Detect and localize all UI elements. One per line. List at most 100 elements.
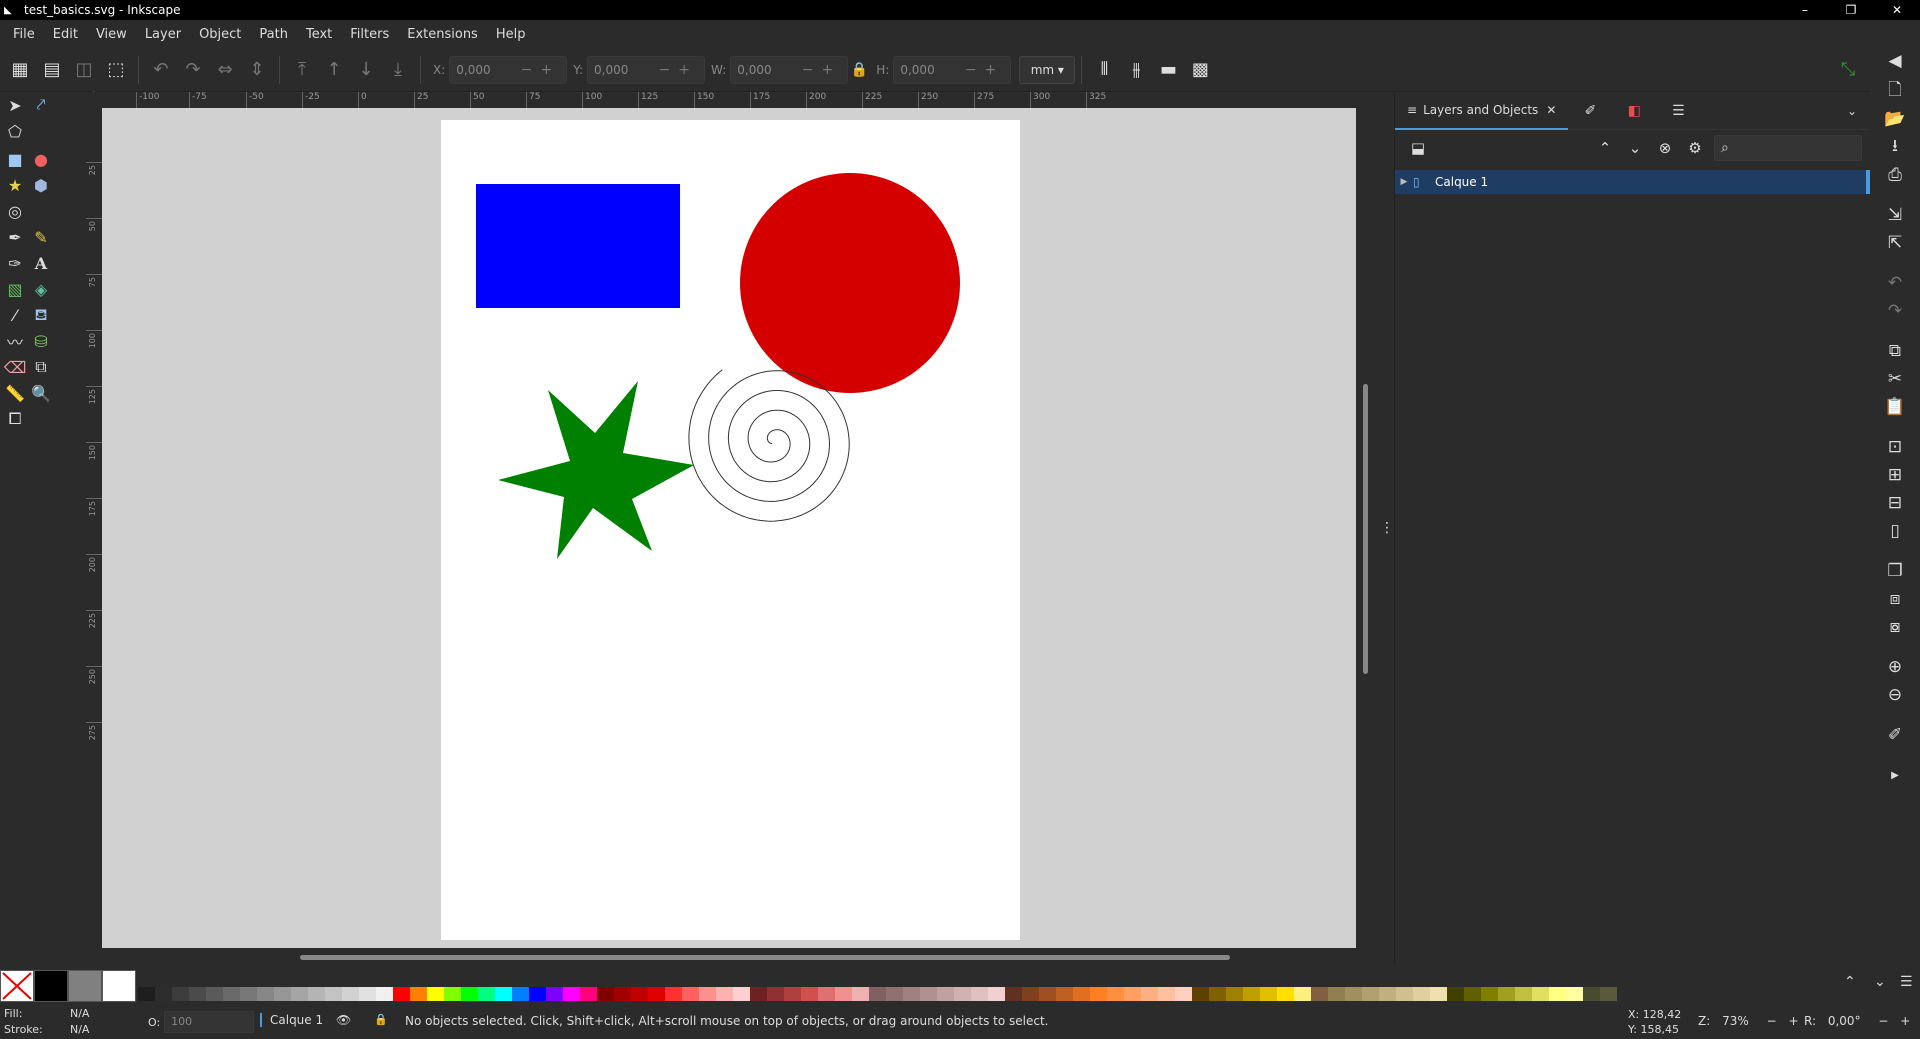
palette-swatch[interactable] (1192, 987, 1209, 1001)
horizontal-scroll-thumb[interactable] (300, 955, 1230, 960)
palette-swatch[interactable] (274, 987, 291, 1001)
palette-swatch[interactable] (988, 987, 1005, 1001)
raise-to-top-icon[interactable]: ⤒ (286, 54, 318, 86)
tab-close-icon[interactable]: ✕ (1546, 103, 1556, 117)
palette-swatch[interactable] (920, 987, 937, 1001)
palette-swatch[interactable] (138, 987, 155, 1001)
palette-swatch[interactable] (954, 987, 971, 1001)
palette-swatch[interactable] (1141, 987, 1158, 1001)
snap-toggle-icon[interactable]: ⤡ (1832, 54, 1864, 86)
spray-tool-icon[interactable]: ⛁ (28, 328, 54, 354)
align-tab-icon[interactable]: ☰ (1656, 103, 1700, 119)
palette-swatch[interactable] (784, 987, 801, 1001)
palette-swatch[interactable] (393, 987, 410, 1001)
current-layer-indicator[interactable]: Calque 1 (260, 1013, 323, 1027)
palette-swatch[interactable] (342, 987, 359, 1001)
tab-layers-and-objects[interactable]: ≡ Layers and Objects ✕ (1395, 92, 1569, 130)
layer-visibility-icon[interactable]: 👁 (336, 1013, 351, 1027)
x-input[interactable]: 0,000 −+ (449, 55, 568, 84)
palette-swatch[interactable] (648, 987, 665, 1001)
minimize-button[interactable]: – (1782, 0, 1828, 20)
palette-swatch[interactable] (1532, 987, 1549, 1001)
palette-swatch[interactable] (1566, 987, 1583, 1001)
x-stepper-icon[interactable]: −+ (521, 62, 560, 78)
calligraphy-tool-icon[interactable]: ✑ (2, 250, 28, 276)
tweak-tool-icon[interactable]: ⬠ (2, 118, 28, 144)
transform-tab-icon[interactable]: ◧ (1612, 103, 1656, 119)
ungroup-icon[interactable]: ⊖ (1882, 682, 1908, 708)
palette-swatch[interactable] (1005, 987, 1022, 1001)
palette-swatch[interactable] (835, 987, 852, 1001)
palette-swatch[interactable] (1481, 987, 1498, 1001)
palette-swatch[interactable] (733, 987, 750, 1001)
palette-swatch[interactable] (461, 987, 478, 1001)
pen-tool-icon[interactable]: ✒ (2, 224, 28, 250)
lower-to-bottom-icon[interactable]: ⤓ (382, 54, 414, 86)
zoom-tool-icon[interactable]: 🔍 (28, 380, 54, 406)
palette-swatch[interactable] (172, 987, 189, 1001)
fill-indicator[interactable]: Fill: N/A (4, 1007, 89, 1020)
zoom-out-icon[interactable]: − (1767, 1014, 1777, 1028)
rotate-cw-icon[interactable]: + (1900, 1014, 1910, 1028)
menu-edit[interactable]: Edit (44, 27, 87, 42)
drag-handle-icon[interactable]: ⋮ (1380, 520, 1394, 536)
palette-swatch[interactable] (444, 987, 461, 1001)
palette-swatch[interactable] (1277, 987, 1294, 1001)
maximize-button[interactable]: ❐ (1828, 0, 1874, 20)
copy-icon[interactable]: ⧉ (1882, 338, 1908, 364)
palette-swatch[interactable] (1073, 987, 1090, 1001)
tweak-brush-tool-icon[interactable]: 〰 (2, 328, 28, 354)
drawing-canvas[interactable] (102, 108, 1356, 948)
settings-gear-icon[interactable]: ⚙ (1680, 139, 1710, 157)
y-stepper-icon[interactable]: −+ (659, 62, 698, 78)
group-icon[interactable]: ⊕ (1882, 654, 1908, 680)
palette-down-icon[interactable]: ⌄ (1874, 974, 1886, 990)
palette-menu-icon[interactable]: ☰ (1900, 974, 1913, 990)
h-stepper-icon[interactable]: −+ (965, 62, 1004, 78)
layer-row[interactable]: ▶ ▯ Calque 1 (1395, 170, 1870, 194)
unit-select[interactable]: mm ▾ (1019, 55, 1076, 84)
vertical-ruler[interactable]: 25 50 75 100 125 150 175 200 225 250 275 (86, 108, 102, 948)
collapse-arrow-icon[interactable]: ◀ (1882, 48, 1908, 74)
undo-icon[interactable]: ↶ (1882, 270, 1908, 296)
palette-swatch[interactable] (1396, 987, 1413, 1001)
palette-swatch[interactable] (1345, 987, 1362, 1001)
palette-swatch[interactable] (1209, 987, 1226, 1001)
unlink-clone-icon[interactable]: ⧇ (1882, 614, 1908, 640)
lower-icon[interactable]: ↓ (350, 54, 382, 86)
zoom-in-icon[interactable]: + (1788, 1014, 1798, 1028)
palette-swatch[interactable] (1039, 987, 1056, 1001)
menu-view[interactable]: View (87, 27, 136, 42)
palette-swatch[interactable] (1056, 987, 1073, 1001)
palette-swatch[interactable] (1107, 987, 1124, 1001)
palette-swatch[interactable] (903, 987, 920, 1001)
palette-swatch[interactable] (291, 987, 308, 1001)
flip-vertical-icon[interactable]: ⇕ (241, 54, 273, 86)
node-tool-icon[interactable]: ⤤ (28, 92, 54, 118)
duplicate-icon[interactable]: ❐ (1882, 558, 1908, 584)
palette-swatch[interactable] (189, 987, 206, 1001)
menu-extensions[interactable]: Extensions (398, 27, 487, 42)
menu-text[interactable]: Text (297, 27, 341, 42)
palette-swatch[interactable] (1379, 987, 1396, 1001)
print-icon[interactable]: ⎙ (1882, 162, 1908, 188)
move-up-icon[interactable]: ⌃ (1590, 139, 1620, 157)
palette-swatch[interactable] (750, 987, 767, 1001)
xml-editor-icon[interactable]: ✐ (1882, 722, 1908, 748)
palette-swatch[interactable] (614, 987, 631, 1001)
palette-swatch[interactable] (155, 987, 172, 1001)
rotate-ccw-icon[interactable]: − (1878, 1014, 1888, 1028)
selector-tool-icon[interactable]: ➤ (2, 92, 28, 118)
palette-swatch[interactable] (325, 987, 342, 1001)
text-tool-icon[interactable]: A (28, 250, 54, 276)
palette-swatch[interactable] (1260, 987, 1277, 1001)
palette-swatch[interactable] (206, 987, 223, 1001)
palette-swatch[interactable] (529, 987, 546, 1001)
rotation-value[interactable]: 0,00° (1828, 1014, 1861, 1028)
palette-swatch[interactable] (869, 987, 886, 1001)
stroke-indicator[interactable]: Stroke: N/A (4, 1023, 89, 1036)
save-icon[interactable]: ⭳ (1882, 134, 1908, 160)
zoom-drawing-icon[interactable]: ⊞ (1882, 462, 1908, 488)
palette-swatch[interactable] (1124, 987, 1141, 1001)
palette-up-icon[interactable]: ⌃ (1844, 974, 1856, 990)
